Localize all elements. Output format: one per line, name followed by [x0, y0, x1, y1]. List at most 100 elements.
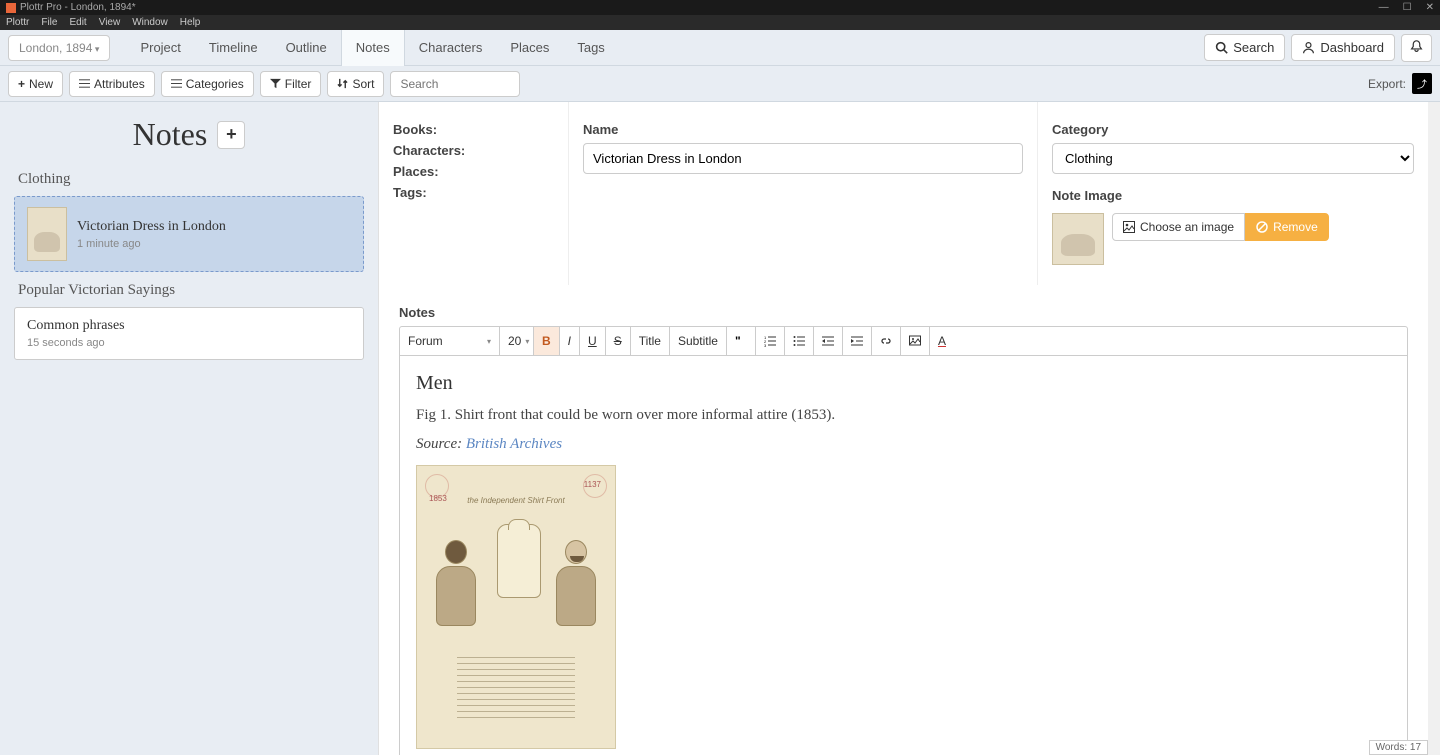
rte-quote[interactable]: " — [727, 327, 756, 355]
note-timestamp: 15 seconds ago — [27, 337, 351, 349]
book-selector[interactable]: London, 1894 — [8, 35, 110, 61]
rte-image[interactable] — [901, 327, 930, 355]
menu-view[interactable]: View — [99, 17, 121, 28]
rte-toolbar: Forum 20 B I U S Title Subtitle " 123 A — [399, 326, 1408, 356]
note-thumbnail — [27, 207, 67, 261]
meta-books: Books: — [393, 122, 554, 137]
meta-left: Books: Characters: Places: Tags: — [379, 102, 569, 285]
rte-ol[interactable]: 123 — [756, 327, 785, 355]
category-header: Clothing — [18, 171, 360, 188]
tab-tags[interactable]: Tags — [563, 30, 618, 66]
rte-size-select[interactable]: 20 — [500, 327, 534, 355]
source-link[interactable]: British Archives — [466, 436, 562, 452]
rte-underline[interactable]: U — [580, 327, 606, 355]
app-logo-icon — [6, 3, 16, 13]
content-paragraph: Fig 1. Shirt front that could be worn ov… — [416, 407, 1391, 424]
categories-button[interactable]: Categories — [161, 71, 254, 97]
sort-button[interactable]: Sort — [327, 71, 384, 97]
top-nav: London, 1894 Project Timeline Outline No… — [0, 30, 1440, 66]
page-title: Notes — [133, 116, 208, 153]
bell-icon — [1410, 40, 1423, 53]
note-image-thumbnail — [1052, 213, 1104, 265]
window-title: Plottr Pro - London, 1894* — [20, 2, 136, 13]
list-icon — [171, 78, 182, 89]
rte-outdent[interactable] — [814, 327, 843, 355]
attributes-button[interactable]: Attributes — [69, 71, 155, 97]
sort-icon — [337, 78, 348, 89]
export-icon[interactable]: ⤴ — [1412, 73, 1432, 94]
minimize-icon[interactable]: — — [1379, 2, 1389, 13]
note-card[interactable]: Victorian Dress in London 1 minute ago — [14, 196, 364, 272]
menu-edit[interactable]: Edit — [69, 17, 86, 28]
indent-icon — [851, 335, 863, 347]
tab-project[interactable]: Project — [126, 30, 194, 66]
word-count: Words: 17 — [1369, 740, 1428, 755]
meta-places: Places: — [393, 164, 554, 179]
window-titlebar: Plottr Pro - London, 1894* — ☐ ✕ — [0, 0, 1440, 15]
note-title: Common phrases — [27, 318, 351, 334]
notes-toolbar: +New Attributes Categories Filter Sort E… — [0, 66, 1440, 102]
meta-characters: Characters: — [393, 143, 554, 158]
tab-places[interactable]: Places — [496, 30, 563, 66]
name-label: Name — [583, 122, 1023, 137]
rte-subtitle[interactable]: Subtitle — [670, 327, 727, 355]
ul-icon — [793, 335, 805, 347]
category-header: Popular Victorian Sayings — [18, 282, 360, 299]
dashboard-button[interactable]: Dashboard — [1291, 34, 1395, 61]
content-source: Source: British Archives — [416, 436, 1391, 453]
link-icon — [880, 335, 892, 347]
note-detail-panel: Books: Characters: Places: Tags: Name Ca… — [378, 102, 1440, 755]
search-input[interactable] — [390, 71, 520, 97]
tab-characters[interactable]: Characters — [405, 30, 497, 66]
choose-image-button[interactable]: Choose an image — [1112, 213, 1245, 241]
maximize-icon[interactable]: ☐ — [1403, 2, 1412, 13]
rte-bold[interactable]: B — [534, 327, 560, 355]
rte-title[interactable]: Title — [631, 327, 670, 355]
export-label: Export: ⤴ — [1368, 73, 1432, 94]
svg-text:3: 3 — [764, 343, 767, 347]
rte-content[interactable]: Men Fig 1. Shirt front that could be wor… — [399, 356, 1408, 755]
image-icon — [1123, 221, 1135, 233]
notifications-button[interactable] — [1401, 34, 1432, 62]
menu-file[interactable]: File — [41, 17, 57, 28]
rte-font-select[interactable]: Forum — [400, 327, 500, 355]
note-image-label: Note Image — [1052, 188, 1414, 203]
rte-color[interactable]: A — [930, 327, 954, 355]
scrollbar[interactable] — [1428, 102, 1440, 755]
note-title: Victorian Dress in London — [77, 219, 226, 235]
remove-image-button[interactable]: Remove — [1245, 213, 1329, 241]
filter-icon — [270, 78, 281, 89]
rte-link[interactable] — [872, 327, 901, 355]
image-icon — [909, 335, 921, 347]
category-label: Category — [1052, 122, 1414, 137]
notes-list-panel: Notes + Clothing Victorian Dress in Lond… — [0, 102, 378, 755]
rte-indent[interactable] — [843, 327, 872, 355]
close-icon[interactable]: ✕ — [1426, 2, 1434, 13]
menu-window[interactable]: Window — [132, 17, 168, 28]
category-select[interactable]: Clothing — [1052, 143, 1414, 174]
new-button[interactable]: +New — [8, 71, 63, 97]
tab-outline[interactable]: Outline — [272, 30, 341, 66]
rte-strike[interactable]: S — [606, 327, 631, 355]
rte-italic[interactable]: I — [560, 327, 580, 355]
meta-tags: Tags: — [393, 185, 554, 200]
remove-icon — [1256, 221, 1268, 233]
user-icon — [1302, 41, 1315, 54]
tab-timeline[interactable]: Timeline — [195, 30, 272, 66]
note-timestamp: 1 minute ago — [77, 238, 226, 250]
add-note-button[interactable]: + — [217, 121, 245, 149]
rte-ul[interactable] — [785, 327, 814, 355]
name-field[interactable] — [583, 143, 1023, 174]
search-icon — [1215, 41, 1228, 54]
filter-button[interactable]: Filter — [260, 71, 322, 97]
quote-icon: " — [735, 335, 747, 347]
search-button[interactable]: Search — [1204, 34, 1285, 61]
embedded-image: 1853 1137 the Independent Shirt Front — [416, 465, 616, 749]
svg-text:": " — [735, 335, 741, 347]
note-card[interactable]: Common phrases 15 seconds ago — [14, 307, 364, 360]
app-menubar: Plottr File Edit View Window Help — [0, 15, 1440, 30]
notes-label: Notes — [399, 305, 1408, 320]
menu-plottr[interactable]: Plottr — [6, 17, 29, 28]
menu-help[interactable]: Help — [180, 17, 201, 28]
tab-notes[interactable]: Notes — [341, 30, 405, 66]
